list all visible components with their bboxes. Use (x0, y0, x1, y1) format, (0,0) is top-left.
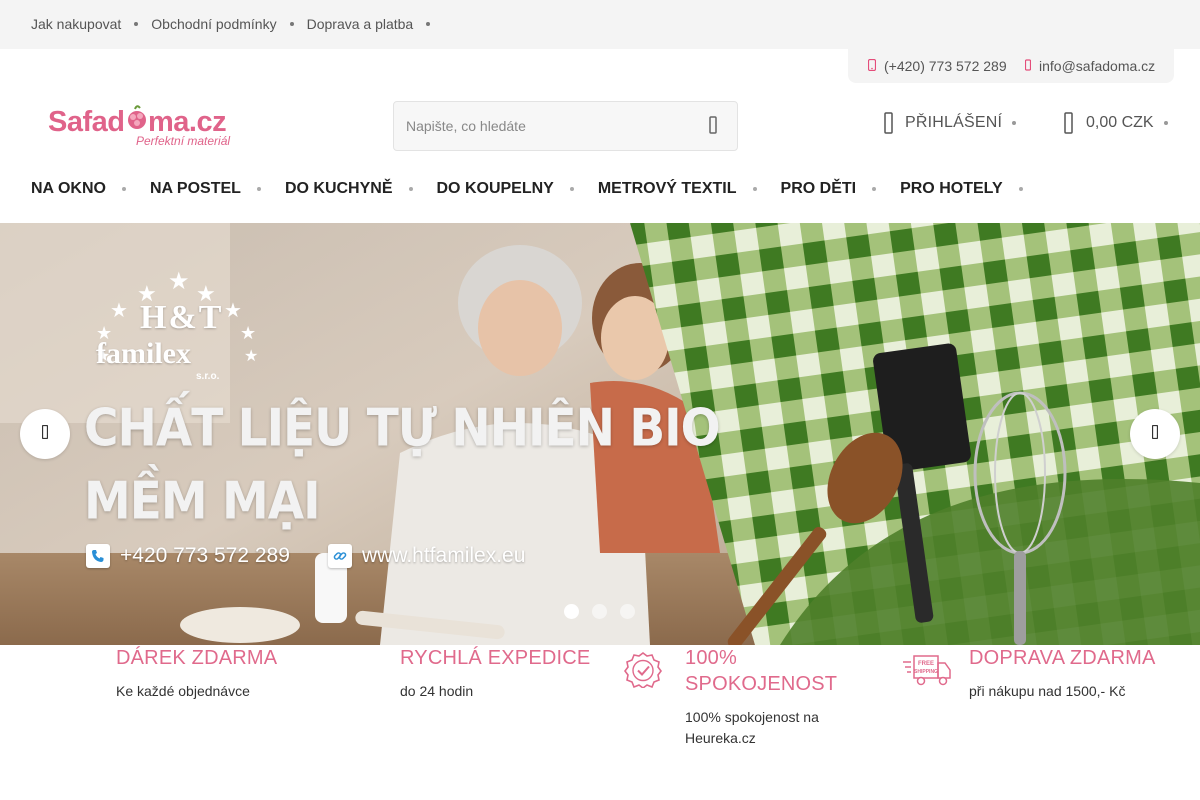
separator-dot (289, 22, 294, 26)
chevron-down-icon (569, 187, 574, 191)
benefit-subtitle: při nákupu nad 1500,- Kč (969, 683, 1126, 699)
mail-icon (1024, 58, 1032, 74)
nav-item-do-kuchyne[interactable]: DO KUCHYNĚ (285, 180, 437, 198)
benefit-satisfaction: 100% SPOKOJENOST 100% spokojenost na Heu… (685, 645, 865, 749)
nav-item-na-okno[interactable]: NA OKNO (31, 180, 150, 198)
slider-prev-button[interactable] (20, 409, 70, 459)
contact-phone[interactable]: (+420) 773 572 289 (867, 58, 1007, 74)
slider-dot-3[interactable] (620, 604, 635, 619)
svg-text:SHIPPING: SHIPPING (914, 669, 938, 675)
site-logo[interactable]: Safad ma.cz Perfektní materiál (48, 103, 243, 149)
contact-email[interactable]: info@safadoma.cz (1024, 58, 1156, 74)
search-input[interactable] (395, 103, 685, 149)
top-link-doprava-a-platba[interactable]: Doprava a platba (307, 16, 414, 32)
chevron-left-icon (41, 424, 49, 444)
chevron-right-icon (1151, 424, 1159, 444)
contact-box: (+420) 773 572 289 info@safadoma.cz (848, 49, 1174, 83)
nav-item-pro-hotely[interactable]: PRO HOTELY (900, 180, 1047, 198)
svg-text:★: ★ (244, 346, 258, 365)
hero-phone: +420 773 572 289 (86, 544, 290, 568)
nav-item-na-postel[interactable]: NA POSTEL (150, 180, 285, 198)
slider-dot-1[interactable] (564, 604, 579, 619)
hero-website-url: www.htfamilex.eu (362, 544, 526, 567)
dropdown-dot (1163, 121, 1168, 125)
hero-phone-number: +420 773 572 289 (120, 544, 290, 567)
login-label: PŘIHLÁŠENÍ (905, 114, 1003, 131)
svg-text:FREE: FREE (918, 661, 934, 667)
slider-next-button[interactable] (1130, 409, 1180, 459)
svg-text:★: ★ (240, 323, 256, 344)
benefit-title: DOPRAVA ZDARMA (969, 647, 1156, 669)
svg-text:★: ★ (224, 298, 242, 322)
login-button[interactable]: PŘIHLÁŠENÍ (884, 112, 1017, 134)
hero-slider: ★ ★ ★ ★ ★ ★ ★ ★ ★ H&T familex s.r.o. CHẤ… (0, 223, 1200, 645)
cart-button[interactable]: 0,00 CZK (1064, 112, 1168, 134)
slider-dots (564, 604, 648, 619)
cart-total: 0,00 CZK (1086, 114, 1154, 131)
chevron-down-icon (1018, 187, 1023, 191)
link-icon (328, 544, 352, 568)
svg-text:Safad: Safad (48, 106, 124, 138)
benefit-gift: DÁREK ZDARMA Ke každé objednávce (116, 645, 277, 702)
badge-check-icon (624, 652, 662, 693)
nav-label: DO KOUPELNY (436, 180, 554, 197)
hero-slogan-line1: CHẤT LIỆU TỰ NHIÊN BIO (84, 398, 721, 459)
search-icon (709, 115, 717, 139)
separator-dot (134, 22, 139, 26)
hero-slogan-line2: MỀM MẠI (84, 471, 321, 532)
svg-text:★: ★ (168, 267, 190, 295)
chevron-down-icon (121, 187, 126, 191)
nav-label: PRO HOTELY (900, 180, 1003, 197)
benefit-title: DÁREK ZDARMA (116, 647, 278, 669)
nav-label: DO KUCHYNĚ (284, 180, 393, 197)
nav-item-pro-deti[interactable]: PRO DĚTI (781, 180, 901, 198)
benefit-title: RYCHLÁ EXPEDICE (400, 647, 591, 669)
cart-icon (1064, 112, 1073, 134)
email-address: info@safadoma.cz (1039, 58, 1156, 74)
search-bar (393, 101, 738, 151)
free-shipping-truck-icon: FREE SHIPPING (902, 654, 952, 693)
hero-website: www.htfamilex.eu (328, 544, 525, 568)
chevron-down-icon (872, 187, 877, 191)
chevron-down-icon (752, 187, 757, 191)
hero-brand-sro: s.r.o. (196, 371, 220, 382)
benefit-subtitle: do 24 hodin (400, 683, 474, 699)
top-link-obchodni-podminky[interactable]: Obchodní podmínky (151, 16, 276, 32)
benefit-subtitle: 100% spokojenost na Heureka.cz (685, 709, 819, 746)
chevron-down-icon (256, 187, 261, 191)
search-button[interactable] (698, 112, 728, 142)
phone-icon (86, 544, 110, 568)
benefit-subtitle: Ke každé objednávce (116, 683, 250, 699)
nav-label: PRO DĚTI (780, 180, 857, 197)
phone-number: (+420) 773 572 289 (884, 58, 1007, 74)
nav-label: METROVÝ TEXTIL (597, 180, 737, 197)
hero-brand-familex: familex (96, 337, 191, 370)
nav-item-metrovy-textil[interactable]: METROVÝ TEXTIL (598, 180, 781, 198)
nav-item-do-koupelny[interactable]: DO KOUPELNY (437, 180, 598, 198)
main-nav: NA OKNO NA POSTEL DO KUCHYNĚ DO KOUPELNY… (31, 180, 1047, 198)
hero-brand-ht: H&T (140, 299, 224, 336)
separator-dot (426, 22, 431, 26)
dropdown-dot (1012, 121, 1017, 125)
top-link-jak-nakupovat[interactable]: Jak nakupovat (31, 16, 121, 32)
logo-tagline: Perfektní materiál (136, 134, 230, 148)
top-bar: Jak nakupovat Obchodní podmínky Doprava … (0, 0, 1200, 49)
top-nav: Jak nakupovat Obchodní podmínky Doprava … (31, 16, 443, 32)
chevron-down-icon (408, 187, 413, 191)
slider-dot-2[interactable] (592, 604, 607, 619)
benefit-fast-dispatch: RYCHLÁ EXPEDICE do 24 hodin (400, 645, 590, 702)
svg-text:★: ★ (110, 298, 128, 322)
benefit-free-shipping: DOPRAVA ZDARMA při nákupu nad 1500,- Kč (969, 645, 1156, 702)
user-icon (884, 112, 893, 134)
nav-label: NA OKNO (31, 180, 106, 197)
phone-icon (867, 58, 877, 74)
benefit-title: 100% SPOKOJENOST (685, 647, 838, 695)
nav-label: NA POSTEL (149, 180, 241, 197)
